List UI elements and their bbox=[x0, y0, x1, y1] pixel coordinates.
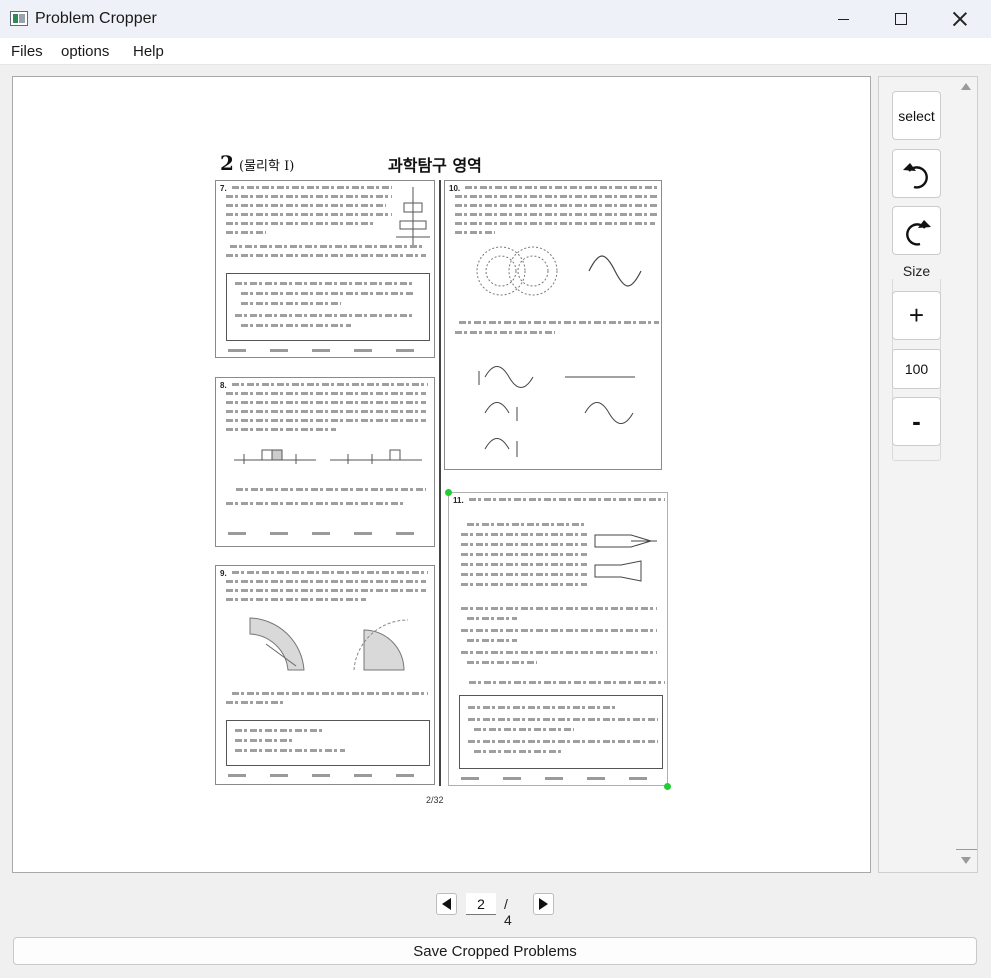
question-box-8[interactable]: 8. bbox=[215, 377, 435, 547]
minimize-icon bbox=[837, 18, 849, 20]
triangle-right-icon bbox=[539, 898, 548, 910]
page-section-title: 과학탐구 영역 bbox=[388, 156, 482, 175]
page-canvas[interactable]: 2 (물리학 I) 과학탐구 영역 7. 8. 9. 10. 11. 2/32 bbox=[12, 76, 871, 873]
question-number: 9. bbox=[220, 569, 227, 578]
page-subject: (물리학 I) bbox=[239, 159, 295, 174]
menu-options[interactable]: options bbox=[61, 43, 109, 60]
scroll-track bbox=[956, 849, 977, 850]
rotate-ccw-icon bbox=[902, 162, 928, 189]
track-figure-b bbox=[330, 449, 422, 464]
menu-files[interactable]: Files bbox=[11, 43, 43, 60]
pipe-flow-figure bbox=[594, 534, 657, 582]
previous-page-button[interactable] bbox=[436, 893, 457, 915]
rotate-cw-icon bbox=[905, 219, 931, 246]
question-number: 11. bbox=[453, 496, 464, 505]
zoom-out-button[interactable]: - bbox=[892, 397, 941, 446]
wave-options-figure bbox=[478, 366, 635, 457]
vertical-scrollbar[interactable] bbox=[956, 77, 977, 872]
question-box-11[interactable]: 11. bbox=[448, 492, 668, 786]
size-label: Size bbox=[879, 263, 954, 279]
save-cropped-problems-button[interactable]: Save Cropped Problems bbox=[13, 937, 977, 965]
close-icon bbox=[953, 12, 967, 26]
close-button[interactable] bbox=[932, 0, 988, 38]
track-figure-a bbox=[234, 449, 316, 464]
rotate-cw-button[interactable] bbox=[892, 206, 941, 255]
size-value-field[interactable]: 100 bbox=[892, 349, 941, 389]
maximize-button[interactable] bbox=[873, 0, 929, 38]
app-icon bbox=[10, 11, 28, 26]
rotate-ccw-button[interactable] bbox=[892, 149, 941, 198]
column-divider bbox=[439, 180, 441, 786]
zoom-in-button[interactable]: + bbox=[892, 291, 941, 340]
question-number: 7. bbox=[220, 184, 227, 193]
menu-bar: Files options Help bbox=[0, 38, 991, 65]
scroll-up-icon[interactable] bbox=[961, 83, 971, 90]
question-box-7[interactable]: 7. bbox=[215, 180, 435, 358]
maximize-icon bbox=[895, 13, 907, 25]
select-button[interactable]: select bbox=[892, 91, 941, 140]
scroll-down-icon[interactable] bbox=[961, 857, 971, 864]
page-number: 2 bbox=[220, 151, 234, 175]
title-bar: Problem Cropper bbox=[0, 0, 991, 38]
window-title: Problem Cropper bbox=[35, 10, 157, 27]
next-page-button[interactable] bbox=[533, 893, 554, 915]
page-footer: 2/32 bbox=[426, 795, 444, 805]
menu-help[interactable]: Help bbox=[133, 43, 164, 60]
page-total-label: / 4 bbox=[504, 896, 512, 928]
minimize-button[interactable] bbox=[815, 0, 871, 38]
sine-wave-figure bbox=[588, 255, 642, 287]
wave-circles-figure bbox=[476, 246, 558, 296]
crop-handle-top-left[interactable] bbox=[445, 489, 452, 496]
page-number-input[interactable] bbox=[466, 893, 496, 915]
question-number: 8. bbox=[220, 381, 227, 390]
arc-figure-b bbox=[353, 619, 409, 671]
crop-handle-bottom-right[interactable] bbox=[664, 783, 671, 790]
question-number: 10. bbox=[449, 184, 461, 193]
circuit-figure bbox=[396, 187, 430, 245]
question-box-9[interactable]: 9. bbox=[215, 565, 435, 785]
question-box-10[interactable]: 10. bbox=[444, 180, 662, 470]
arc-figure-a bbox=[249, 617, 305, 671]
scanned-page: 2 (물리학 I) 과학탐구 영역 7. 8. 9. 10. 11. 2/32 bbox=[213, 147, 683, 817]
triangle-left-icon bbox=[442, 898, 451, 910]
